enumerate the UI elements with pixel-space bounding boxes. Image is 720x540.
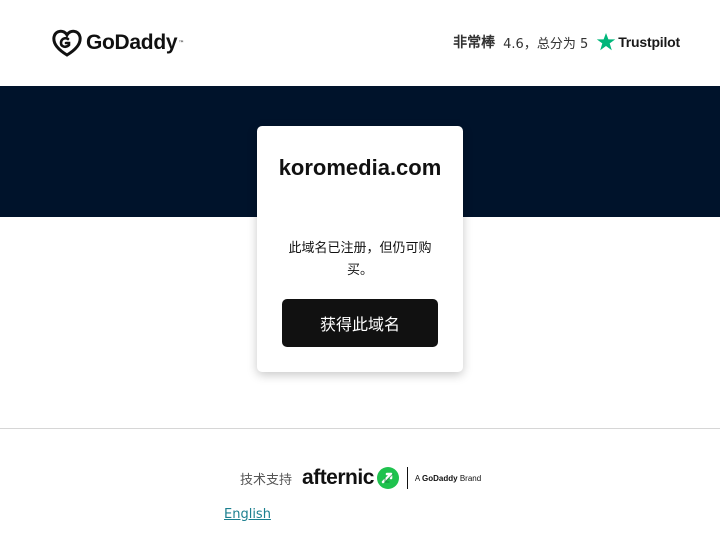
trustpilot-rating[interactable]: 非常棒 4.6，总分为 5 Trustpilot: [453, 30, 680, 54]
trustpilot-star-icon: [597, 33, 616, 51]
godaddy-logo-text: GoDaddy: [86, 31, 178, 54]
brand-tag-company: GoDaddy: [422, 473, 458, 483]
afternic-logo-icon: [376, 467, 399, 489]
rating-word: 非常棒: [453, 35, 496, 51]
godaddy-logo[interactable]: GoDaddy ™: [51, 29, 184, 57]
footer-brand: 技术支持 afternic A GoDaddy Brand: [240, 463, 481, 493]
language-link-english[interactable]: English: [224, 507, 271, 522]
brand-tag-suffix: Brand: [459, 473, 482, 483]
brand-separator: [406, 467, 408, 489]
get-domain-button[interactable]: 获得此域名: [282, 299, 438, 347]
godaddy-logo-icon: [52, 29, 82, 57]
trustpilot-label: Trustpilot: [618, 34, 680, 50]
header: GoDaddy ™ 非常棒 4.6，总分为 5 Trustpilot: [0, 0, 720, 86]
rating-score: 4.6，总分为 5: [503, 36, 589, 52]
brand-tag-prefix: A: [414, 473, 420, 483]
domain-name: koromedia.com: [278, 155, 442, 180]
afternic-logo-text[interactable]: afternic: [302, 466, 374, 490]
domain-card: koromedia.com 此域名已注册，但仍可购买。 获得此域名: [257, 126, 463, 372]
domain-status-text: 此域名已注册，但仍可购买。: [288, 241, 432, 278]
trademark-mark: ™: [178, 39, 185, 47]
powered-by-label: 技术支持: [240, 472, 293, 488]
footer-divider: [0, 428, 720, 429]
godaddy-brand-tag: A GoDaddy Brand: [415, 474, 481, 483]
